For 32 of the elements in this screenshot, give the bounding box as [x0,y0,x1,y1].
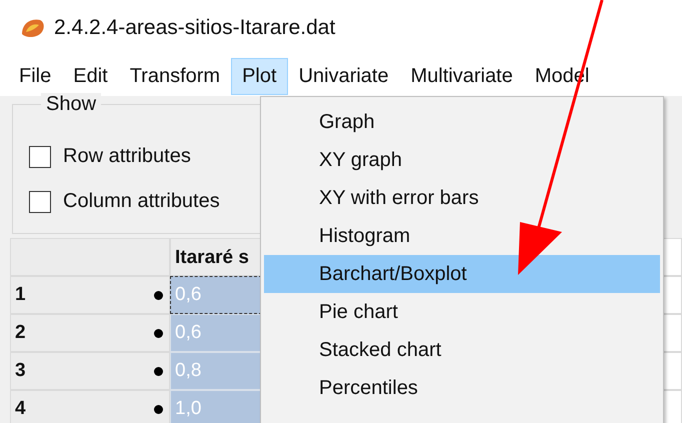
menu-item[interactable]: Multivariate [400,58,524,94]
window-title: 2.4.2.4-areas-sitios-Itarare.dat [54,16,336,40]
dot-icon [154,328,163,338]
menu-item[interactable]: File [8,58,62,94]
row-number: 1 [15,284,26,306]
row-header[interactable]: 4 [10,390,170,423]
checkbox-label: Column attributes [63,190,220,213]
checkbox[interactable] [29,190,51,212]
row-header[interactable]: 1 [10,276,170,314]
dot-icon [154,366,163,376]
menu-item[interactable]: Plot [231,58,288,94]
menu-option[interactable]: XY with error bars [264,179,660,217]
checkbox-label: Row attributes [63,145,191,168]
menu-option[interactable]: Histogram [264,217,660,255]
menu-item[interactable]: Edit [62,58,119,94]
menu-option[interactable]: Graph [264,103,660,141]
menu-item[interactable]: Transform [118,58,232,94]
checkbox[interactable] [29,146,51,168]
row-header[interactable]: 2 [10,314,170,352]
row-number: 3 [15,360,26,382]
menu-option[interactable]: XY graph [264,141,660,179]
row-header[interactable]: 3 [10,352,170,390]
dot-icon [154,290,163,300]
menu-option[interactable]: Barchart/Boxplot [264,255,660,293]
row-number: 2 [15,322,26,344]
menu-option[interactable]: Percentiles [264,369,660,407]
menu-option[interactable]: Pie chart [264,293,660,331]
dot-icon [154,404,163,414]
row-number: 4 [15,398,26,420]
column-header[interactable]: Itararé s [170,238,262,276]
menu-item[interactable]: Univariate [288,58,400,94]
menu-option[interactable]: Stacked chart [264,331,660,369]
